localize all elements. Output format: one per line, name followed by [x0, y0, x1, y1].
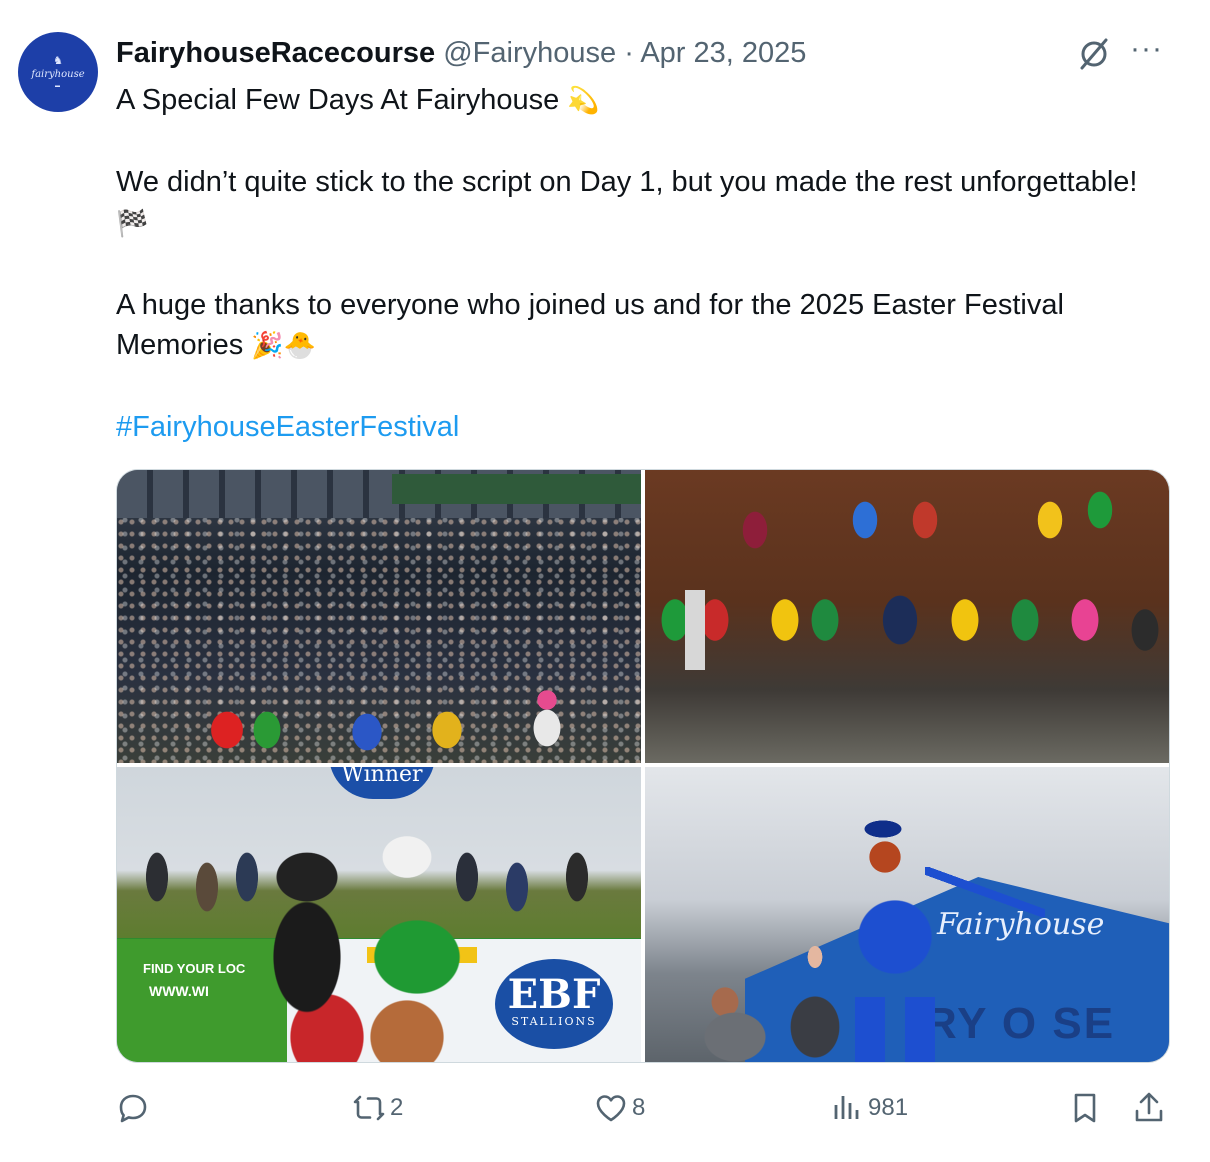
ebf-logo-subtext: STALLIONS [511, 1015, 597, 1028]
grandstand-sign [392, 474, 641, 504]
ebf-logo-text: EBF [507, 971, 601, 1018]
reply-icon [119, 1094, 147, 1123]
checkered-flag-emoji: 🏁 [116, 208, 149, 239]
bookmark-button[interactable] [1068, 1084, 1102, 1132]
header-separator: · [624, 37, 634, 69]
retweet-button[interactable]: 2 [352, 1084, 403, 1132]
avatar[interactable]: ♞ fairyhouse ▬ [18, 32, 98, 112]
tweet-text: A Special Few Days At Fairyhouse 💫 We di… [116, 80, 1176, 448]
tweet-line-1-text: A Special Few Days At Fairyhouse [116, 84, 560, 116]
views-button[interactable]: 981 [830, 1084, 908, 1132]
dizzy-emoji: 💫 [567, 86, 600, 116]
like-count: 8 [632, 1094, 646, 1121]
spectator-high-five [665, 917, 845, 1062]
retweet-icon [353, 1095, 385, 1121]
photo-jockeys-group[interactable] [645, 470, 1169, 763]
avatar-brand-text: fairyhouse [31, 68, 85, 80]
jockey-embrace [237, 807, 497, 1062]
retweet-count: 2 [390, 1094, 404, 1121]
tweet-paragraph-3: A huge thanks to everyone who joined us … [116, 285, 1176, 367]
views-count: 981 [868, 1094, 909, 1121]
views-icon [834, 1096, 859, 1119]
race-riders [157, 690, 637, 760]
avatar-decoration: ▬ [55, 82, 61, 89]
horse-icon: ♞ [53, 54, 63, 67]
grok-icon[interactable] [1076, 36, 1112, 72]
photo-stilt-performer[interactable]: Fairyhouse RY O SE [645, 767, 1169, 1062]
tweet-paragraph-2: We didn’t quite stick to the script on D… [116, 162, 1176, 244]
tweet-line-1: A Special Few Days At Fairyhouse 💫 [116, 80, 1176, 122]
party-chick-emoji: 🎉🐣 [251, 331, 317, 361]
ebf-logo: EBF STALLIONS [495, 959, 613, 1049]
tweet-paragraph-2-text: We didn’t quite stick to the script on D… [116, 166, 1138, 198]
reply-button[interactable] [116, 1084, 150, 1132]
hashtag-link[interactable]: #FairyhouseEasterFestival [116, 411, 459, 443]
winner-sign: Winner [329, 767, 435, 799]
stilt-performer [825, 807, 1045, 1062]
banner-line-1: FIND YOUR LOC [143, 961, 246, 976]
more-options-icon[interactable]: ··· [1130, 32, 1163, 66]
share-icon [1135, 1092, 1163, 1122]
jockey-group [645, 470, 1169, 763]
tweet-header: FairyhouseRacecourse @Fairyhouse · Apr 2… [116, 34, 806, 72]
photo-winner-enclosure[interactable]: FIND YOUR LOC WWW.WI EBF STALLIONS Winne… [117, 767, 641, 1062]
action-bar: 2 8 981 [116, 1084, 1176, 1132]
share-button[interactable] [1132, 1084, 1166, 1132]
banner-line-2: WWW.WI [149, 983, 209, 999]
author-display-name[interactable]: FairyhouseRacecourse [116, 37, 435, 69]
photo-crowd-race[interactable] [117, 470, 641, 763]
like-button[interactable]: 8 [594, 1084, 645, 1132]
tweet-date[interactable]: Apr 23, 2025 [640, 37, 806, 69]
heart-icon [596, 1095, 626, 1122]
media-grid: FIND YOUR LOC WWW.WI EBF STALLIONS Winne… [116, 469, 1170, 1063]
bookmark-icon [1074, 1093, 1096, 1123]
author-handle[interactable]: @Fairyhouse [443, 37, 616, 69]
